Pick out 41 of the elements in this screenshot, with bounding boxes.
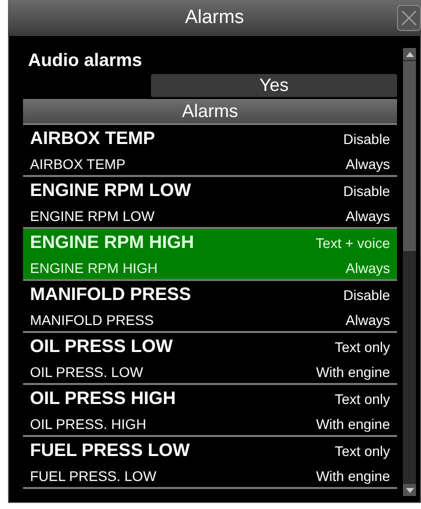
alarm-message: OIL PRESS. LOW [30, 364, 144, 380]
down-arrow-icon [406, 488, 414, 492]
alarm-name: ENGINE RPM LOW [30, 180, 192, 201]
alarm-condition: With engine [316, 468, 390, 484]
alarm-name: MANIFOLD PRESS [30, 284, 192, 305]
audio-alarms-toggle[interactable]: Yes [151, 74, 397, 97]
close-button[interactable] [397, 5, 421, 31]
alarm-message: ENGINE RPM LOW [30, 208, 156, 224]
alarm-name: AIRBOX TEMP [30, 128, 156, 149]
alarm-message: MANIFOLD PRESS [30, 312, 155, 328]
alarm-condition: Always [346, 312, 390, 328]
alarm-name: FUEL PRESS LOW [30, 440, 191, 461]
alarm-condition: Always [346, 260, 390, 276]
scroll-thumb[interactable] [403, 61, 416, 251]
scroll-down-button[interactable] [403, 484, 416, 496]
alarm-message: OIL PRESS. HIGH [30, 416, 148, 432]
alarm-name: ENGINE RPM HIGH [30, 232, 196, 253]
alarm-mode: Disable [343, 182, 390, 198]
audio-alarms-label: Audio alarms [28, 50, 142, 71]
alarm-message: ENGINE RPM HIGH [30, 260, 159, 276]
alarm-condition: Always [346, 156, 390, 172]
alarm-name: OIL PRESS HIGH [30, 388, 177, 409]
scrollbar[interactable] [403, 48, 416, 496]
alarm-mode: Disable [343, 130, 390, 146]
alarm-message: AIRBOX TEMP [30, 156, 126, 172]
scroll-up-button[interactable] [403, 48, 416, 60]
alarm-mode: Text only [334, 338, 390, 354]
alarm-condition: With engine [316, 416, 390, 432]
alarm-mode: Disable [343, 286, 390, 302]
section-header: Alarms [23, 99, 397, 125]
up-arrow-icon [406, 52, 414, 56]
alarm-mode: Text only [334, 390, 390, 406]
alarm-mode: Text only [334, 442, 390, 458]
close-icon [400, 9, 418, 27]
alarm-condition: With engine [316, 364, 390, 380]
alarm-mode: Text + voice [316, 234, 390, 250]
alarm-message: FUEL PRESS. LOW [30, 468, 158, 484]
window-title: Alarms [184, 7, 244, 29]
alarm-condition: Always [346, 208, 390, 224]
alarm-name: OIL PRESS LOW [30, 336, 174, 357]
alarm-row[interactable]: ENGINE RPM HIGH Text + voice ENGINE RPM HIGH Always [23, 229, 397, 281]
